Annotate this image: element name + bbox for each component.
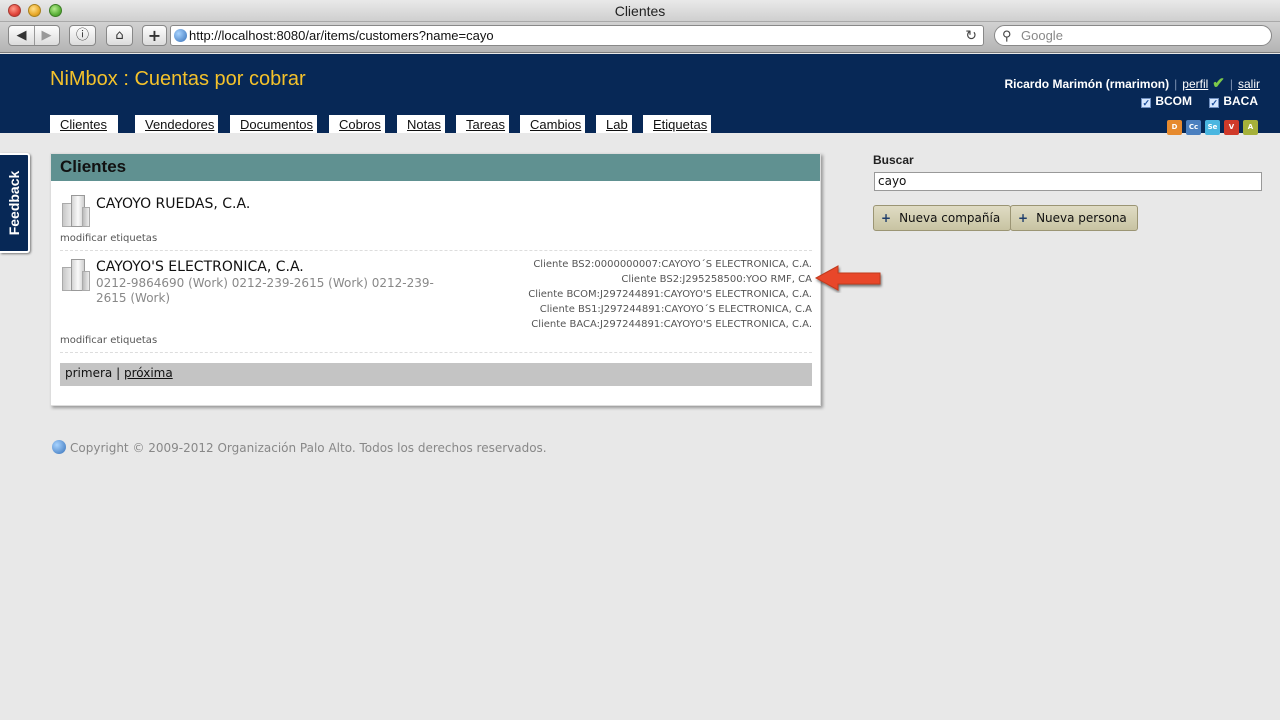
check-icon: ✔ (1212, 75, 1225, 92)
customer-phones: 0212-9864690 (Work) 0212-239-2615 (Work)… (96, 276, 434, 305)
app-brand: NiMbox : Cuentas por cobrar (50, 68, 306, 90)
tab-vendedores[interactable]: Vendedores (135, 115, 219, 133)
pagination: primera | próxima (60, 363, 812, 386)
tab-notas[interactable]: Notas (397, 115, 445, 133)
site-favicon-icon (174, 29, 187, 42)
user-menu: Ricardo Marimón (rmarimon) | perfil ✔ | salir (1004, 75, 1260, 92)
tab-clientes[interactable]: Clientes (50, 115, 118, 133)
user-name: Ricardo Marimón (rmarimon) (1004, 77, 1170, 91)
window-titlebar: Clientes (0, 0, 1280, 22)
feedback-tab[interactable]: Feedback (0, 153, 30, 253)
search-label: Buscar (873, 153, 914, 167)
v-icon[interactable]: V (1224, 120, 1239, 135)
edit-tags-link[interactable]: modificar etiquetas (60, 233, 157, 244)
tab-lab[interactable]: Lab (596, 115, 632, 133)
footer: Copyright © 2009-2012 Organización Palo … (52, 440, 547, 455)
app-shortcuts: D Cc Se V A (1163, 114, 1258, 135)
tab-documentos[interactable]: Documentos (230, 115, 317, 133)
info-button[interactable]: ⓘ (69, 25, 96, 46)
company-bcom[interactable]: ✓ BCOM (1141, 94, 1192, 108)
company-selector: ✓ BCOM ✓ BACA (1127, 94, 1258, 108)
add-bookmark-button[interactable]: + (142, 25, 167, 46)
customers-panel: Clientes CAYOYO RUEDAS, C.A. modificar e… (50, 153, 821, 406)
org-logo-icon (52, 440, 66, 454)
edit-tags-link[interactable]: modificar etiquetas (60, 335, 157, 346)
tab-cambios[interactable]: Cambios (520, 115, 586, 133)
se-icon[interactable]: Se (1205, 120, 1220, 135)
customer-codes: Cliente BS2:0000000007:CAYOYO´S ELECTRON… (528, 257, 812, 332)
pager-next-link[interactable]: próxima (124, 366, 173, 380)
customer-name[interactable]: CAYOYO RUEDAS, C.A. (96, 196, 250, 212)
new-company-label: Nueva compañía (899, 211, 1001, 225)
back-forward-buttons: ◀ ▶ (8, 25, 60, 46)
cc-icon[interactable]: Cc (1186, 120, 1201, 135)
browser-search-input[interactable]: ⚲ Google (994, 25, 1272, 46)
company-icon (62, 259, 90, 291)
new-person-label: Nueva persona (1036, 211, 1127, 225)
search-icon: ⚲ (1002, 28, 1012, 43)
new-person-button[interactable]: + Nueva persona (1010, 205, 1138, 231)
list-item: CAYOYO RUEDAS, C.A. modificar etiquetas (60, 181, 812, 251)
forward-icon[interactable]: ▶ (34, 26, 59, 45)
customer-name[interactable]: CAYOYO'S ELECTRONICA, C.A. (96, 259, 304, 275)
plus-icon: + (1018, 211, 1029, 225)
reload-icon[interactable]: ↻ (965, 26, 977, 45)
new-company-button[interactable]: + Nueva compañía (873, 205, 1012, 231)
customer-search-input[interactable]: cayo (874, 172, 1262, 191)
a-icon[interactable]: A (1243, 120, 1258, 135)
d-icon[interactable]: D (1167, 120, 1182, 135)
plus-icon: + (147, 26, 162, 45)
checkbox-icon[interactable]: ✓ (1209, 98, 1220, 108)
tab-tareas[interactable]: Tareas (456, 115, 510, 133)
pager-first: primera (65, 366, 113, 380)
url-text: http://localhost:8080/ar/items/customers… (189, 28, 494, 43)
pager-separator: | (116, 366, 121, 380)
company-label: BACA (1223, 94, 1258, 108)
company-icon (62, 195, 90, 227)
back-icon[interactable]: ◀ (9, 26, 34, 45)
panel-title: Clientes (51, 154, 820, 181)
company-baca[interactable]: ✓ BACA (1209, 94, 1258, 108)
plus-icon: + (881, 211, 892, 225)
company-label: BCOM (1155, 94, 1192, 108)
search-placeholder: Google (1021, 28, 1063, 43)
browser-toolbar: ◀ ▶ ⓘ ⌂ + http://localhost:8080/ar/items/… (0, 22, 1280, 53)
customer-code: Cliente BS1:J297244891:CAYOYO´S ELECTRON… (539, 304, 812, 315)
home-icon: ⌂ (115, 28, 124, 43)
customer-code: Cliente BS2:0000000007:CAYOYO´S ELECTRON… (533, 259, 812, 270)
home-button[interactable]: ⌂ (106, 25, 133, 46)
customer-code: Cliente BACA:J297244891:CAYOYO'S ELECTRO… (531, 319, 812, 330)
window-title: Clientes (614, 3, 666, 19)
tab-etiquetas[interactable]: Etiquetas (643, 115, 712, 133)
tab-cobros[interactable]: Cobros (329, 115, 385, 133)
url-bar[interactable]: http://localhost:8080/ar/items/customers… (170, 25, 984, 46)
annotation-arrow-icon (814, 265, 881, 291)
list-item: CAYOYO'S ELECTRONICA, C.A. 0212-9864690 … (60, 251, 812, 354)
divider (60, 352, 812, 353)
checkbox-icon[interactable]: ✓ (1141, 98, 1152, 108)
info-icon: ⓘ (75, 28, 89, 43)
customer-code: Cliente BCOM:J297244891:CAYOYO'S ELECTRO… (528, 289, 812, 300)
copyright-text: Copyright © 2009-2012 Organización Palo … (70, 441, 547, 455)
feedback-label: Feedback (6, 170, 22, 236)
logout-link[interactable]: salir (1238, 77, 1260, 91)
customer-code: Cliente BS2:J295258500:YOO RMF, CA (621, 274, 812, 285)
profile-link[interactable]: perfil (1182, 77, 1208, 91)
